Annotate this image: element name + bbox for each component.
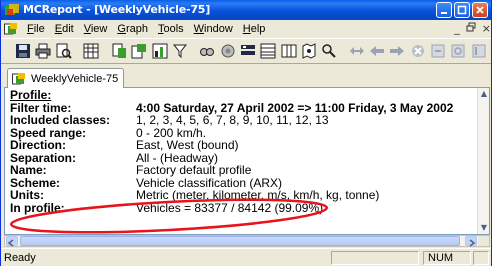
status-bar: Ready NUM xyxy=(1,248,491,266)
find-icon[interactable] xyxy=(199,42,215,60)
mdi-close-button[interactable]: × xyxy=(482,22,491,35)
status-pane-extra xyxy=(473,251,489,265)
table-icon[interactable] xyxy=(260,42,276,60)
app-icon xyxy=(5,4,19,15)
menu-bar: File Edit View Graph Tools Window Help _… xyxy=(1,20,491,38)
menu-help[interactable]: Help xyxy=(238,21,271,37)
report-text: Profile: Filter time: 4:00 Saturday, 27 A… xyxy=(10,89,453,214)
menu-window[interactable]: Window xyxy=(189,21,238,37)
report-row: Included classes: 1, 2, 3, 4, 5, 6, 7, 8,… xyxy=(10,113,329,127)
report-row: Name: Factory default profile xyxy=(10,163,252,177)
vertical-scrollbar[interactable]: ▲ ▼ xyxy=(477,88,489,234)
window-title: MCReport - [WeeklyVehicle-75] xyxy=(23,3,211,16)
refresh-icon[interactable] xyxy=(450,42,466,60)
title-bar[interactable]: MCReport - [WeeklyVehicle-75] xyxy=(1,0,491,20)
scroll-thumb[interactable] xyxy=(20,236,460,246)
grid-icon[interactable] xyxy=(83,42,99,60)
columns-icon[interactable] xyxy=(281,42,297,60)
menu-file[interactable]: File xyxy=(22,21,50,37)
layout-icon[interactable] xyxy=(240,42,256,60)
status-pane-num: NUM xyxy=(423,251,471,265)
menu-edit[interactable]: Edit xyxy=(50,21,79,37)
export-icon[interactable] xyxy=(430,42,446,60)
filter-icon[interactable] xyxy=(172,42,188,60)
profile-heading: Profile: xyxy=(10,88,52,102)
scroll-corner xyxy=(478,236,489,246)
status-text: Ready xyxy=(4,252,36,264)
scroll-left-icon[interactable] xyxy=(6,236,18,247)
report-icon[interactable] xyxy=(131,42,147,60)
minimize-button[interactable] xyxy=(436,2,452,18)
report-row: Units: Metric (meter, kilometer, m/s, km/… xyxy=(10,188,380,202)
mdi-minimize-button[interactable]: _ xyxy=(454,22,460,35)
status-pane-empty xyxy=(331,251,419,265)
edit-icon[interactable] xyxy=(471,42,487,60)
toolbar xyxy=(1,38,491,64)
scroll-right-icon[interactable] xyxy=(465,236,477,247)
mdi-restore-button[interactable] xyxy=(466,22,476,35)
arrow-both-icon[interactable] xyxy=(349,42,365,60)
document-tab-strip: WeeklyVehicle-75 xyxy=(4,66,490,88)
settings-icon[interactable] xyxy=(220,42,236,60)
map-icon[interactable] xyxy=(301,42,317,60)
print-icon[interactable] xyxy=(35,42,51,60)
maximize-button[interactable] xyxy=(454,2,470,18)
menu-graph[interactable]: Graph xyxy=(112,21,153,37)
close-button[interactable] xyxy=(472,2,488,18)
arrow-right-icon[interactable] xyxy=(389,42,405,60)
tab-weeklyvehicle-75[interactable]: WeeklyVehicle-75 xyxy=(7,68,124,88)
menu-view[interactable]: View xyxy=(79,21,113,37)
report-view[interactable]: Profile: Filter time: 4:00 Saturday, 27 A… xyxy=(4,88,490,235)
tab-label: WeeklyVehicle-75 xyxy=(31,72,119,85)
wizard-icon[interactable] xyxy=(111,42,127,60)
document-icon[interactable] xyxy=(4,22,18,36)
report-row-in-profile: In profile: Vehicles = 83377 / 84142 (99.… xyxy=(10,200,324,215)
app-window: MCReport - [WeeklyVehicle-75] File Edit … xyxy=(0,0,492,266)
search-icon[interactable] xyxy=(321,42,337,60)
scroll-up-icon[interactable]: ▲ xyxy=(479,89,489,99)
horizontal-scrollbar[interactable] xyxy=(4,235,490,247)
save-icon[interactable] xyxy=(15,42,31,60)
arrow-left-icon[interactable] xyxy=(369,42,385,60)
menu-tools[interactable]: Tools xyxy=(153,21,189,37)
scroll-down-icon[interactable]: ▼ xyxy=(479,223,489,233)
print-preview-icon[interactable] xyxy=(56,42,72,60)
stop-icon[interactable] xyxy=(410,42,426,60)
report-row: Direction: East, West (bound) xyxy=(10,138,239,152)
chart-icon[interactable] xyxy=(151,42,168,60)
report-doc-icon xyxy=(12,72,25,84)
